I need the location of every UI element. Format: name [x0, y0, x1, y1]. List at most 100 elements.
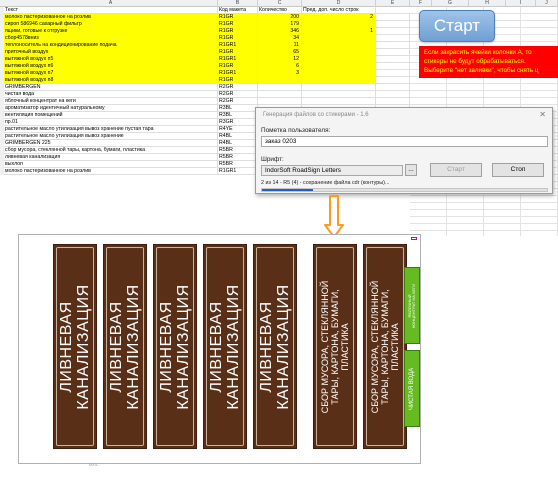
cell-text[interactable]: вытяжной воздух п8	[4, 77, 218, 84]
cell-qty[interactable]: 65	[258, 49, 302, 56]
cell-code[interactable]: R3GR	[218, 119, 258, 126]
cell-qty[interactable]: 3	[258, 70, 302, 77]
cell-code[interactable]: R1GR1	[218, 168, 258, 175]
cell-code[interactable]: R4BL	[218, 133, 258, 140]
column-header-f[interactable]: F	[410, 0, 432, 7]
cell-code[interactable]: R3BL	[218, 112, 258, 119]
cell-code[interactable]: R1GR1	[218, 42, 258, 49]
cell-qty[interactable]: 200	[258, 14, 302, 21]
cell-pre[interactable]	[302, 98, 376, 105]
cell-text[interactable]: сбор4578вниз	[4, 35, 218, 42]
column-header-j[interactable]: J	[536, 0, 558, 7]
cell-code[interactable]: R5BR	[218, 161, 258, 168]
cell-qty[interactable]: 6	[258, 63, 302, 70]
cell-code[interactable]: R5BR	[218, 147, 258, 154]
cell-code[interactable]: R5BR	[218, 154, 258, 161]
cell-text[interactable]: чистая вода	[4, 91, 218, 98]
cell-code[interactable]: R1GR	[218, 28, 258, 35]
cell-e[interactable]	[376, 91, 410, 98]
cell-code[interactable]: R4BL	[218, 140, 258, 147]
cell-e[interactable]	[376, 28, 410, 35]
cell-e[interactable]	[376, 21, 410, 28]
cell-code[interactable]: R1GR	[218, 14, 258, 21]
cell-text[interactable]: вытяжной воздух п7	[4, 70, 218, 77]
browse-font-button[interactable]: ...	[405, 164, 417, 176]
column-header-h[interactable]: H	[469, 0, 506, 7]
cell-text[interactable]: теплоноситель на кондиционирование подач…	[4, 42, 218, 49]
cell-qty[interactable]	[258, 98, 302, 105]
cell-text[interactable]: вытяжной воздух п5	[4, 56, 218, 63]
cell-code[interactable]: R4YE	[218, 126, 258, 133]
font-field[interactable]	[261, 165, 403, 176]
header-cell-code[interactable]: Код макета	[218, 7, 258, 14]
cell-pre[interactable]	[302, 35, 376, 42]
cell-text[interactable]: выхлоп	[4, 161, 218, 168]
cell-qty[interactable]: 34	[258, 35, 302, 42]
close-icon[interactable]: ✕	[539, 110, 546, 119]
cell-text[interactable]: GRIMBERGEN	[4, 84, 218, 91]
cell-e[interactable]	[376, 63, 410, 70]
cell-qty[interactable]	[258, 84, 302, 91]
column-header-e[interactable]: E	[376, 0, 410, 7]
cell-text[interactable]: пр.01	[4, 119, 218, 126]
cell-e[interactable]	[376, 98, 410, 105]
column-header-i[interactable]: I	[506, 0, 536, 7]
cell-text[interactable]: ароматизатор идентичный натуральному	[4, 105, 218, 112]
column-header-b[interactable]: B	[218, 0, 258, 7]
cell-e[interactable]	[376, 84, 410, 91]
column-header-a[interactable]: A	[4, 0, 218, 7]
cell-e[interactable]	[376, 77, 410, 84]
cell-code[interactable]: R1GR	[218, 77, 258, 84]
cell-text[interactable]: вытяжной воздух п6	[4, 63, 218, 70]
cell-pre[interactable]: 1	[302, 28, 376, 35]
column-header-d[interactable]: D	[302, 0, 376, 7]
cell-pre[interactable]	[302, 56, 376, 63]
cell-pre[interactable]	[302, 63, 376, 70]
cell-qty[interactable]: 11	[258, 42, 302, 49]
cell-e[interactable]	[376, 42, 410, 49]
header-cell-pre[interactable]: Пред. доп. число строк	[302, 7, 376, 14]
start-macro-button[interactable]: Старт	[419, 10, 495, 42]
cell-qty[interactable]: 346	[258, 28, 302, 35]
cell-code[interactable]: R1GR	[218, 49, 258, 56]
cell-text[interactable]: яблочный концентрат на кеги	[4, 98, 218, 105]
cell-pre[interactable]	[302, 42, 376, 49]
cell-pre[interactable]	[302, 49, 376, 56]
cell-qty[interactable]	[258, 91, 302, 98]
cell-pre[interactable]	[302, 70, 376, 77]
header-cell-qty[interactable]: Количество	[258, 7, 302, 14]
cell-code[interactable]: R3BL	[218, 105, 258, 112]
cell-pre[interactable]: 2	[302, 14, 376, 21]
column-header-c[interactable]: C	[258, 0, 302, 7]
cell-text[interactable]: приточный воздух	[4, 49, 218, 56]
cell-text[interactable]: сироп 586946 сахарный фильтр	[4, 21, 218, 28]
cell-text[interactable]: молоко пастеризованное на розлив	[4, 168, 218, 175]
cell-text[interactable]: ливневая канализация	[4, 154, 218, 161]
cell-e[interactable]	[376, 56, 410, 63]
cell-qty[interactable]: 12	[258, 56, 302, 63]
cell-text[interactable]: растительное масло утилизация вывоз хран…	[4, 133, 218, 140]
cell-text[interactable]: растительное масло утилизация вывоз хран…	[4, 126, 218, 133]
cell-code[interactable]: R2GR	[218, 84, 258, 91]
cell-pre[interactable]	[302, 84, 376, 91]
cell-pre[interactable]	[302, 77, 376, 84]
cell-code[interactable]: R1GR	[218, 63, 258, 70]
cell-e[interactable]	[376, 35, 410, 42]
cell-qty[interactable]: 179	[258, 21, 302, 28]
cell-code[interactable]: R1GR	[218, 21, 258, 28]
cell-text[interactable]: ящики, готовые к отгрузке	[4, 28, 218, 35]
dialog-start-button[interactable]: Старт	[430, 163, 482, 177]
cell-pre[interactable]	[302, 21, 376, 28]
cell-e[interactable]	[376, 49, 410, 56]
header-cell-text[interactable]: Текст	[4, 7, 218, 14]
user-note-input[interactable]	[261, 136, 548, 147]
cell-qty[interactable]	[258, 77, 302, 84]
cell-text[interactable]: GRIMBERGEN 225	[4, 140, 218, 147]
cell-text[interactable]: сбор мусора, стеклянной тары, картона, б…	[4, 147, 218, 154]
cell-code[interactable]: R1GR	[218, 35, 258, 42]
cell-text[interactable]: молоко пастеризованное на розлив	[4, 14, 218, 21]
cell-code[interactable]: R2GR	[218, 98, 258, 105]
column-header-g[interactable]: G	[432, 0, 469, 7]
cell-e[interactable]	[376, 70, 410, 77]
dialog-stop-button[interactable]: Стоп	[492, 163, 544, 177]
